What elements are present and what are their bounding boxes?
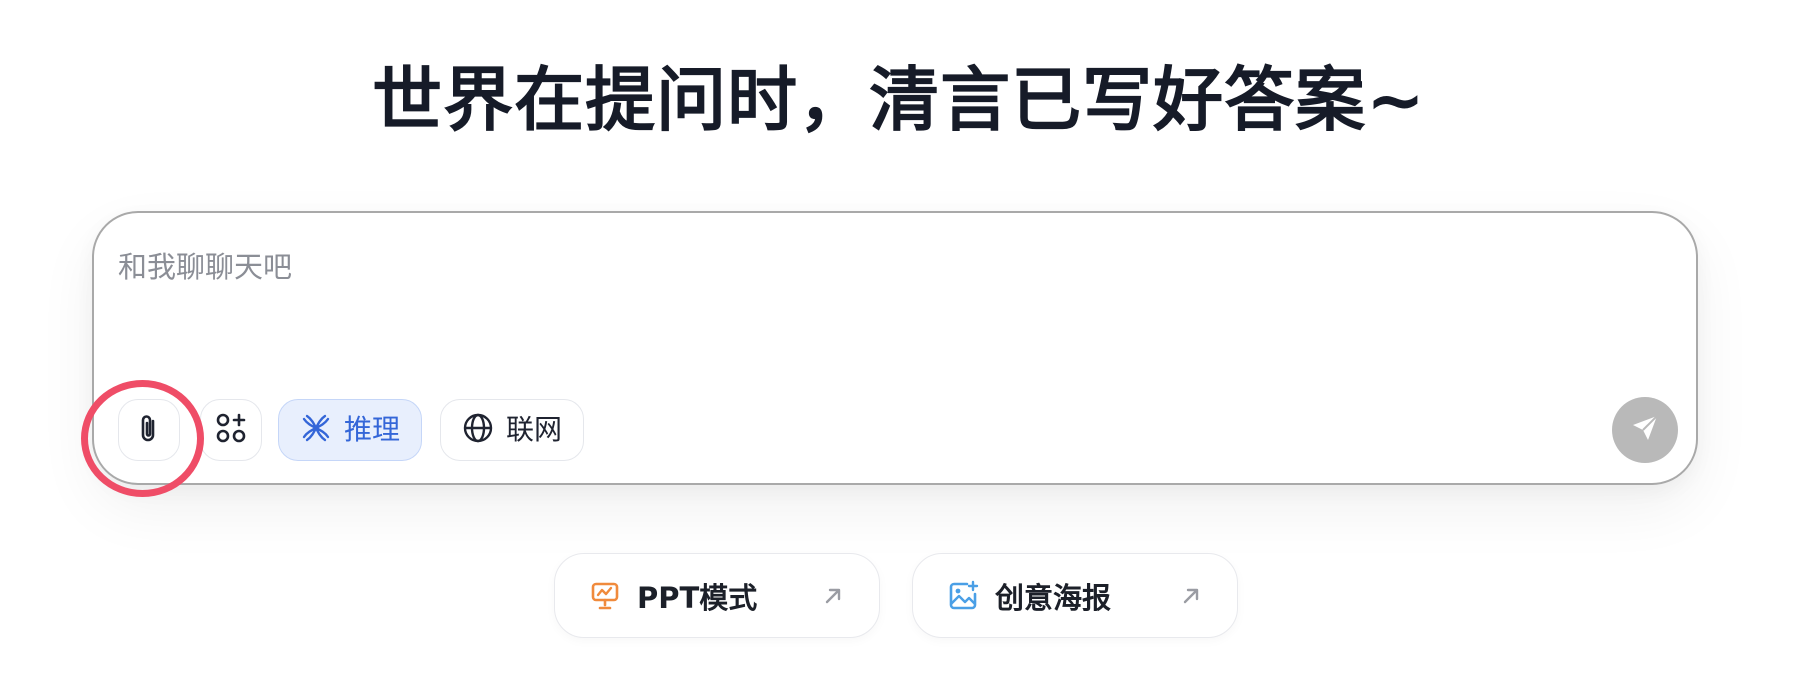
paperclip-icon [134, 411, 164, 449]
arrow-up-right-icon [1179, 584, 1203, 608]
web-search-toggle[interactable]: 联网 [440, 399, 584, 461]
arrow-up-right-icon [821, 584, 845, 608]
reasoning-knot-icon [300, 412, 332, 448]
chat-composer: 推理 联网 [92, 211, 1698, 485]
send-plane-icon [1628, 411, 1662, 449]
creative-poster-label: 创意海报 [995, 580, 1112, 615]
reasoning-toggle[interactable]: 推理 [278, 399, 422, 461]
ppt-mode-label: PPT模式 [637, 580, 758, 615]
reasoning-label: 推理 [343, 413, 400, 446]
page-title: 世界在提问时，清言已写好答案~ [372, 59, 1426, 141]
attach-file-button[interactable] [118, 399, 180, 461]
apps-plus-icon [214, 411, 248, 449]
page: 世界在提问时，清言已写好答案~ 和我聊聊天吧 推理 联网 PPT模式 创意海报 [0, 0, 1798, 680]
send-button[interactable] [1612, 397, 1678, 463]
apps-button[interactable] [200, 399, 262, 461]
chat-input[interactable] [118, 247, 1658, 287]
globe-icon [462, 412, 494, 448]
image-sparkle-icon [947, 580, 979, 612]
ppt-mode-card[interactable]: PPT模式 [554, 553, 880, 638]
creative-poster-card[interactable]: 创意海报 [912, 553, 1238, 638]
web-search-label: 联网 [505, 413, 562, 446]
presentation-board-icon [589, 580, 621, 612]
